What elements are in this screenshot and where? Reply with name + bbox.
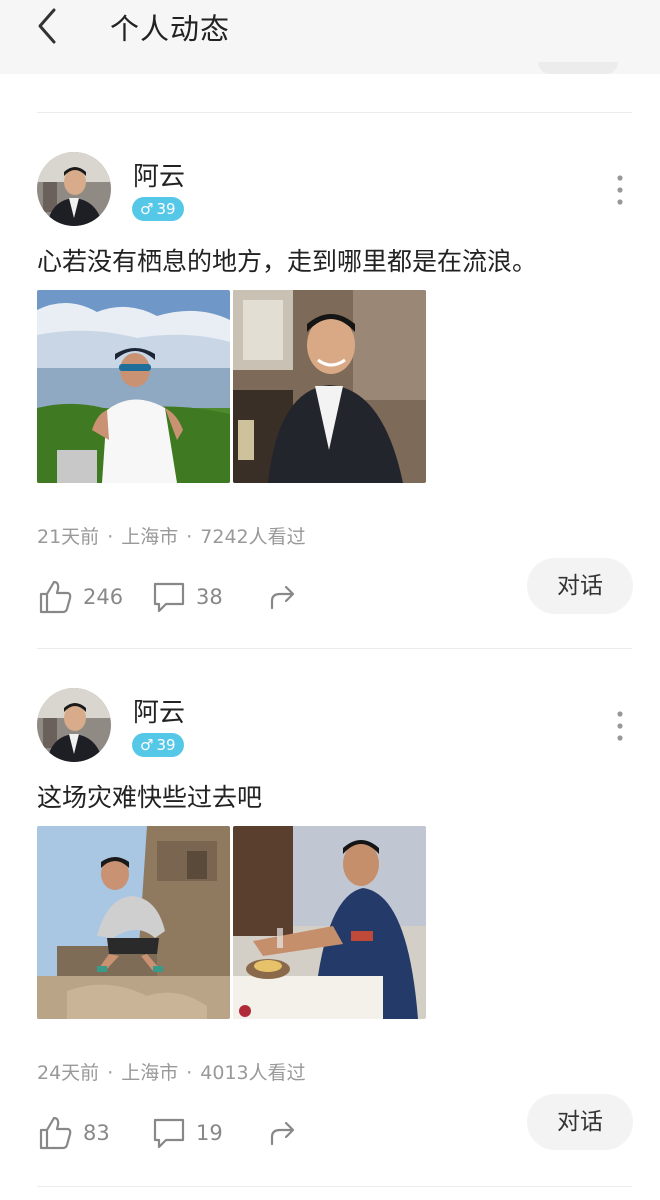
- dining-table-photo[interactable]: [233, 826, 426, 1019]
- avatar[interactable]: [37, 688, 111, 762]
- divider: [37, 1186, 632, 1187]
- male-icon: ♂: [140, 200, 154, 218]
- like-count: 83: [83, 1121, 110, 1145]
- like-count: 246: [83, 585, 124, 609]
- comment-icon: [153, 582, 185, 613]
- comment-button[interactable]: 19: [152, 1113, 223, 1153]
- more-vertical-icon: [617, 175, 623, 205]
- divider: [37, 112, 632, 113]
- page-title: 个人动态: [110, 12, 231, 46]
- meta-separator: ·: [186, 1062, 193, 1084]
- comment-count: 19: [196, 1121, 223, 1145]
- like-button[interactable]: 83: [37, 1113, 110, 1153]
- top-bar: 个人动态: [0, 0, 660, 74]
- author-name[interactable]: 阿云: [133, 156, 185, 193]
- share-arrow-icon: [270, 585, 295, 610]
- chat-button[interactable]: 对话: [527, 558, 633, 614]
- thumbs-up-icon: [39, 1116, 72, 1150]
- post-meta: 21天前 · 上海市 · 7242人看过: [37, 522, 306, 549]
- comment-icon: [153, 1118, 185, 1149]
- author-name[interactable]: 阿云: [133, 692, 185, 729]
- seaside-photo[interactable]: [37, 290, 230, 483]
- comment-button[interactable]: 38: [152, 577, 223, 617]
- chat-button[interactable]: 对话: [527, 1094, 633, 1150]
- post-views: 7242人看过: [200, 526, 306, 548]
- post-text: 这场灾难快些过去吧: [37, 783, 263, 812]
- age-label: 39: [156, 200, 176, 218]
- avatar[interactable]: [37, 152, 111, 226]
- more-options-button[interactable]: [606, 706, 634, 746]
- age-label: 39: [156, 736, 176, 754]
- like-button[interactable]: 246: [37, 577, 123, 617]
- post-time: 21天前: [37, 526, 100, 548]
- meta-separator: ·: [107, 526, 114, 548]
- post-views: 4013人看过: [200, 1062, 306, 1084]
- gender-age-badge: ♂ 39: [132, 733, 184, 757]
- temple-ruins-photo[interactable]: [37, 826, 230, 1019]
- share-button[interactable]: [268, 577, 298, 617]
- restaurant-suit-photo[interactable]: [233, 290, 426, 483]
- gender-age-badge: ♂ 39: [132, 197, 184, 221]
- post-time: 24天前: [37, 1062, 100, 1084]
- share-arrow-icon: [270, 1121, 295, 1146]
- comment-count: 38: [196, 585, 223, 609]
- more-vertical-icon: [617, 711, 623, 741]
- header-scroll-indicator: [538, 62, 618, 74]
- post-text: 心若没有栖息的地方，走到哪里都是在流浪。: [37, 247, 538, 276]
- back-button[interactable]: [30, 4, 70, 48]
- thumbs-up-icon: [39, 580, 72, 614]
- post-meta: 24天前 · 上海市 · 4013人看过: [37, 1058, 306, 1085]
- chevron-left-icon: [38, 8, 56, 44]
- post-card: 阿云 ♂ 39 心若没有栖息的地方，走到哪里都是在流浪。 21天前 · 上海市 …: [0, 152, 660, 672]
- more-options-button[interactable]: [606, 170, 634, 210]
- post-location: 上海市: [121, 526, 179, 548]
- post-location: 上海市: [121, 1062, 179, 1084]
- post-card: 阿云 ♂ 39 这场灾难快些过去吧 24天前 · 上海市 · 4013人看过 8…: [0, 688, 660, 1200]
- meta-separator: ·: [186, 526, 193, 548]
- divider: [37, 648, 632, 649]
- meta-separator: ·: [107, 1062, 114, 1084]
- male-icon: ♂: [140, 736, 154, 754]
- share-button[interactable]: [268, 1113, 298, 1153]
